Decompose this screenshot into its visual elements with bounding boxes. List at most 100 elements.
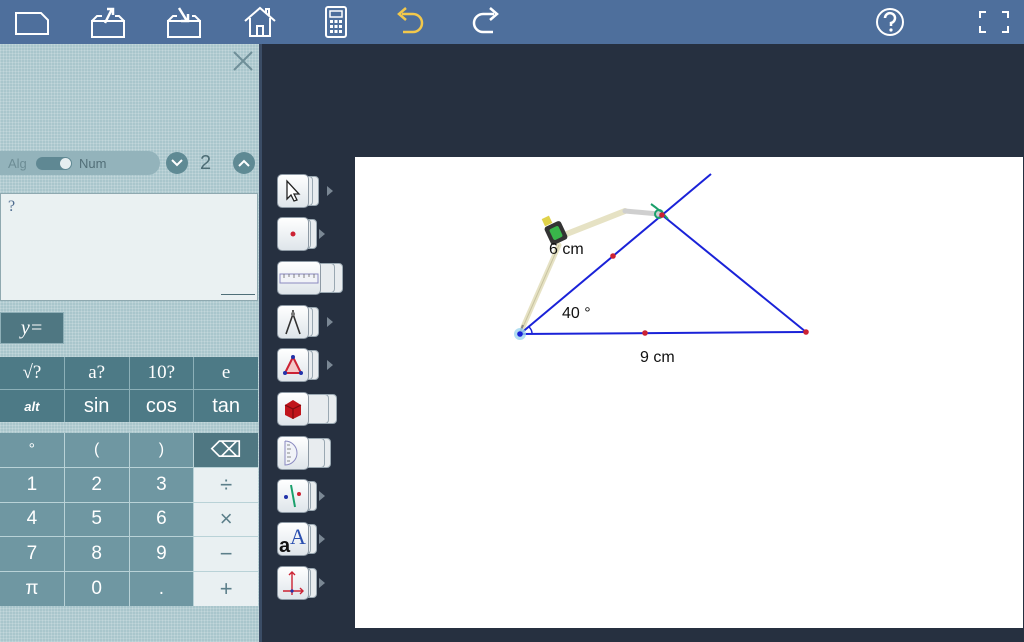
- export-icon: [91, 7, 125, 38]
- point-icon: [290, 231, 296, 237]
- angle-label: 40 °: [562, 305, 591, 322]
- mode-num-label: Num: [79, 156, 107, 171]
- key-2[interactable]: 2: [64, 467, 129, 502]
- top-toolbar: [0, 0, 1024, 44]
- key-5[interactable]: 5: [64, 502, 129, 537]
- solid-cube-icon: [284, 400, 302, 419]
- key-4[interactable]: 4: [0, 502, 64, 537]
- pi-key[interactable]: π: [0, 572, 64, 606]
- redo-button[interactable]: [466, 2, 506, 42]
- function-button[interactable]: y=: [0, 312, 64, 344]
- home-button[interactable]: [240, 2, 280, 42]
- point-tool[interactable]: [277, 217, 335, 253]
- fullscreen-icon: [979, 11, 1009, 33]
- sqrt-key[interactable]: √?: [0, 357, 64, 389]
- geometry-canvas[interactable]: 6 cm 40 ° 9 cm: [355, 157, 1023, 628]
- number-keypad: ° ( ) ⌫ 1 2 3 ÷ 4 5 6 × 7 8 9 − π 0 . +: [0, 433, 258, 606]
- divide-key[interactable]: ÷: [194, 467, 258, 502]
- sin-key[interactable]: sin: [64, 390, 129, 422]
- protractor-icon: [284, 440, 298, 466]
- parallel-line-icon: [284, 484, 301, 508]
- new-file-icon: [15, 12, 49, 35]
- cos-key[interactable]: cos: [129, 390, 194, 422]
- degree-key[interactable]: °: [0, 433, 64, 467]
- decimal-key[interactable]: .: [129, 572, 194, 606]
- protractor-tool[interactable]: [277, 436, 335, 472]
- fullscreen-button[interactable]: [974, 2, 1014, 42]
- select-arrow-icon: [286, 179, 301, 202]
- key-6[interactable]: 6: [129, 502, 194, 537]
- ten-power-key[interactable]: 10?: [129, 357, 194, 389]
- side-b-label: 9 cm: [640, 349, 675, 366]
- chevron-up-icon: [238, 159, 250, 167]
- axes-tool[interactable]: [277, 566, 335, 602]
- point-c[interactable]: [803, 329, 809, 335]
- import-button[interactable]: [164, 2, 204, 42]
- svg-text:A: A: [290, 524, 306, 549]
- backspace-key[interactable]: ⌫: [194, 433, 258, 467]
- digits-value: 2: [200, 152, 212, 174]
- function-keys: √? a? 10? e alt sin cos tan: [0, 357, 258, 422]
- key-8[interactable]: 8: [64, 537, 129, 572]
- key-0[interactable]: 0: [64, 572, 129, 606]
- calculator-icon: [325, 6, 347, 38]
- help-button[interactable]: [870, 2, 910, 42]
- close-paren-key[interactable]: ): [129, 433, 194, 467]
- mode-switch: Alg Num: [0, 151, 188, 175]
- redo-icon: [472, 7, 499, 34]
- triangle-icon: [283, 354, 303, 375]
- close-icon[interactable]: [232, 50, 254, 72]
- key-9[interactable]: 9: [129, 537, 194, 572]
- chevron-down-icon: [171, 159, 183, 167]
- minus-key[interactable]: −: [194, 537, 258, 572]
- side-third[interactable]: [661, 214, 807, 333]
- tan-key[interactable]: tan: [194, 390, 258, 422]
- key-3[interactable]: 3: [129, 467, 194, 502]
- midpoint-side-ray[interactable]: [610, 253, 616, 259]
- new-file-button[interactable]: [12, 2, 52, 42]
- power-key[interactable]: a?: [64, 357, 129, 389]
- plus-key[interactable]: +: [194, 572, 258, 606]
- construction-drawing: [514, 173, 809, 340]
- point-b[interactable]: [659, 212, 665, 218]
- home-icon: [244, 6, 276, 37]
- ruler-tool[interactable]: [277, 261, 343, 297]
- axes-icon: [283, 571, 304, 595]
- e-key[interactable]: e: [194, 357, 258, 389]
- digits-increase-button[interactable]: [233, 152, 255, 174]
- compass-icon: [285, 310, 301, 335]
- key-1[interactable]: 1: [0, 467, 64, 502]
- mode-row: Alg Num 2: [0, 151, 258, 175]
- solid-tool[interactable]: [277, 392, 337, 428]
- line-tool[interactable]: [277, 479, 335, 515]
- import-icon: [167, 7, 201, 38]
- side-base[interactable]: [519, 331, 807, 335]
- midpoint-side-base[interactable]: [642, 330, 648, 336]
- expression-placeholder: ?: [8, 198, 16, 215]
- side-a-label: 6 cm: [549, 241, 584, 258]
- compass-tool[interactable]: [277, 305, 335, 341]
- text-icon: Aa: [279, 524, 306, 554]
- calculator-button[interactable]: [316, 2, 356, 42]
- expression-input[interactable]: ?: [0, 193, 258, 301]
- key-7[interactable]: 7: [0, 537, 64, 572]
- help-icon: [876, 8, 904, 36]
- select-tool[interactable]: [277, 174, 335, 210]
- point-a[interactable]: [517, 331, 523, 337]
- svg-text:a: a: [279, 535, 291, 554]
- mode-alg-label: Alg: [8, 156, 27, 171]
- calculator-panel: Alg Num 2 ? y= √? a? 10? e alt sin cos t…: [0, 44, 262, 642]
- ruler-icon: [279, 273, 319, 284]
- mode-toggle[interactable]: [36, 157, 72, 170]
- alt-key[interactable]: alt: [0, 390, 64, 422]
- text-tool[interactable]: Aa: [277, 522, 335, 558]
- undo-button[interactable]: [390, 2, 430, 42]
- undo-icon: [397, 7, 424, 34]
- export-button[interactable]: [88, 2, 128, 42]
- digits-decrease-button[interactable]: [166, 152, 188, 174]
- result-underline: [221, 294, 255, 295]
- toggle-knob: [60, 158, 71, 169]
- open-paren-key[interactable]: (: [64, 433, 129, 467]
- polygon-tool[interactable]: [277, 348, 335, 384]
- multiply-key[interactable]: ×: [194, 502, 258, 537]
